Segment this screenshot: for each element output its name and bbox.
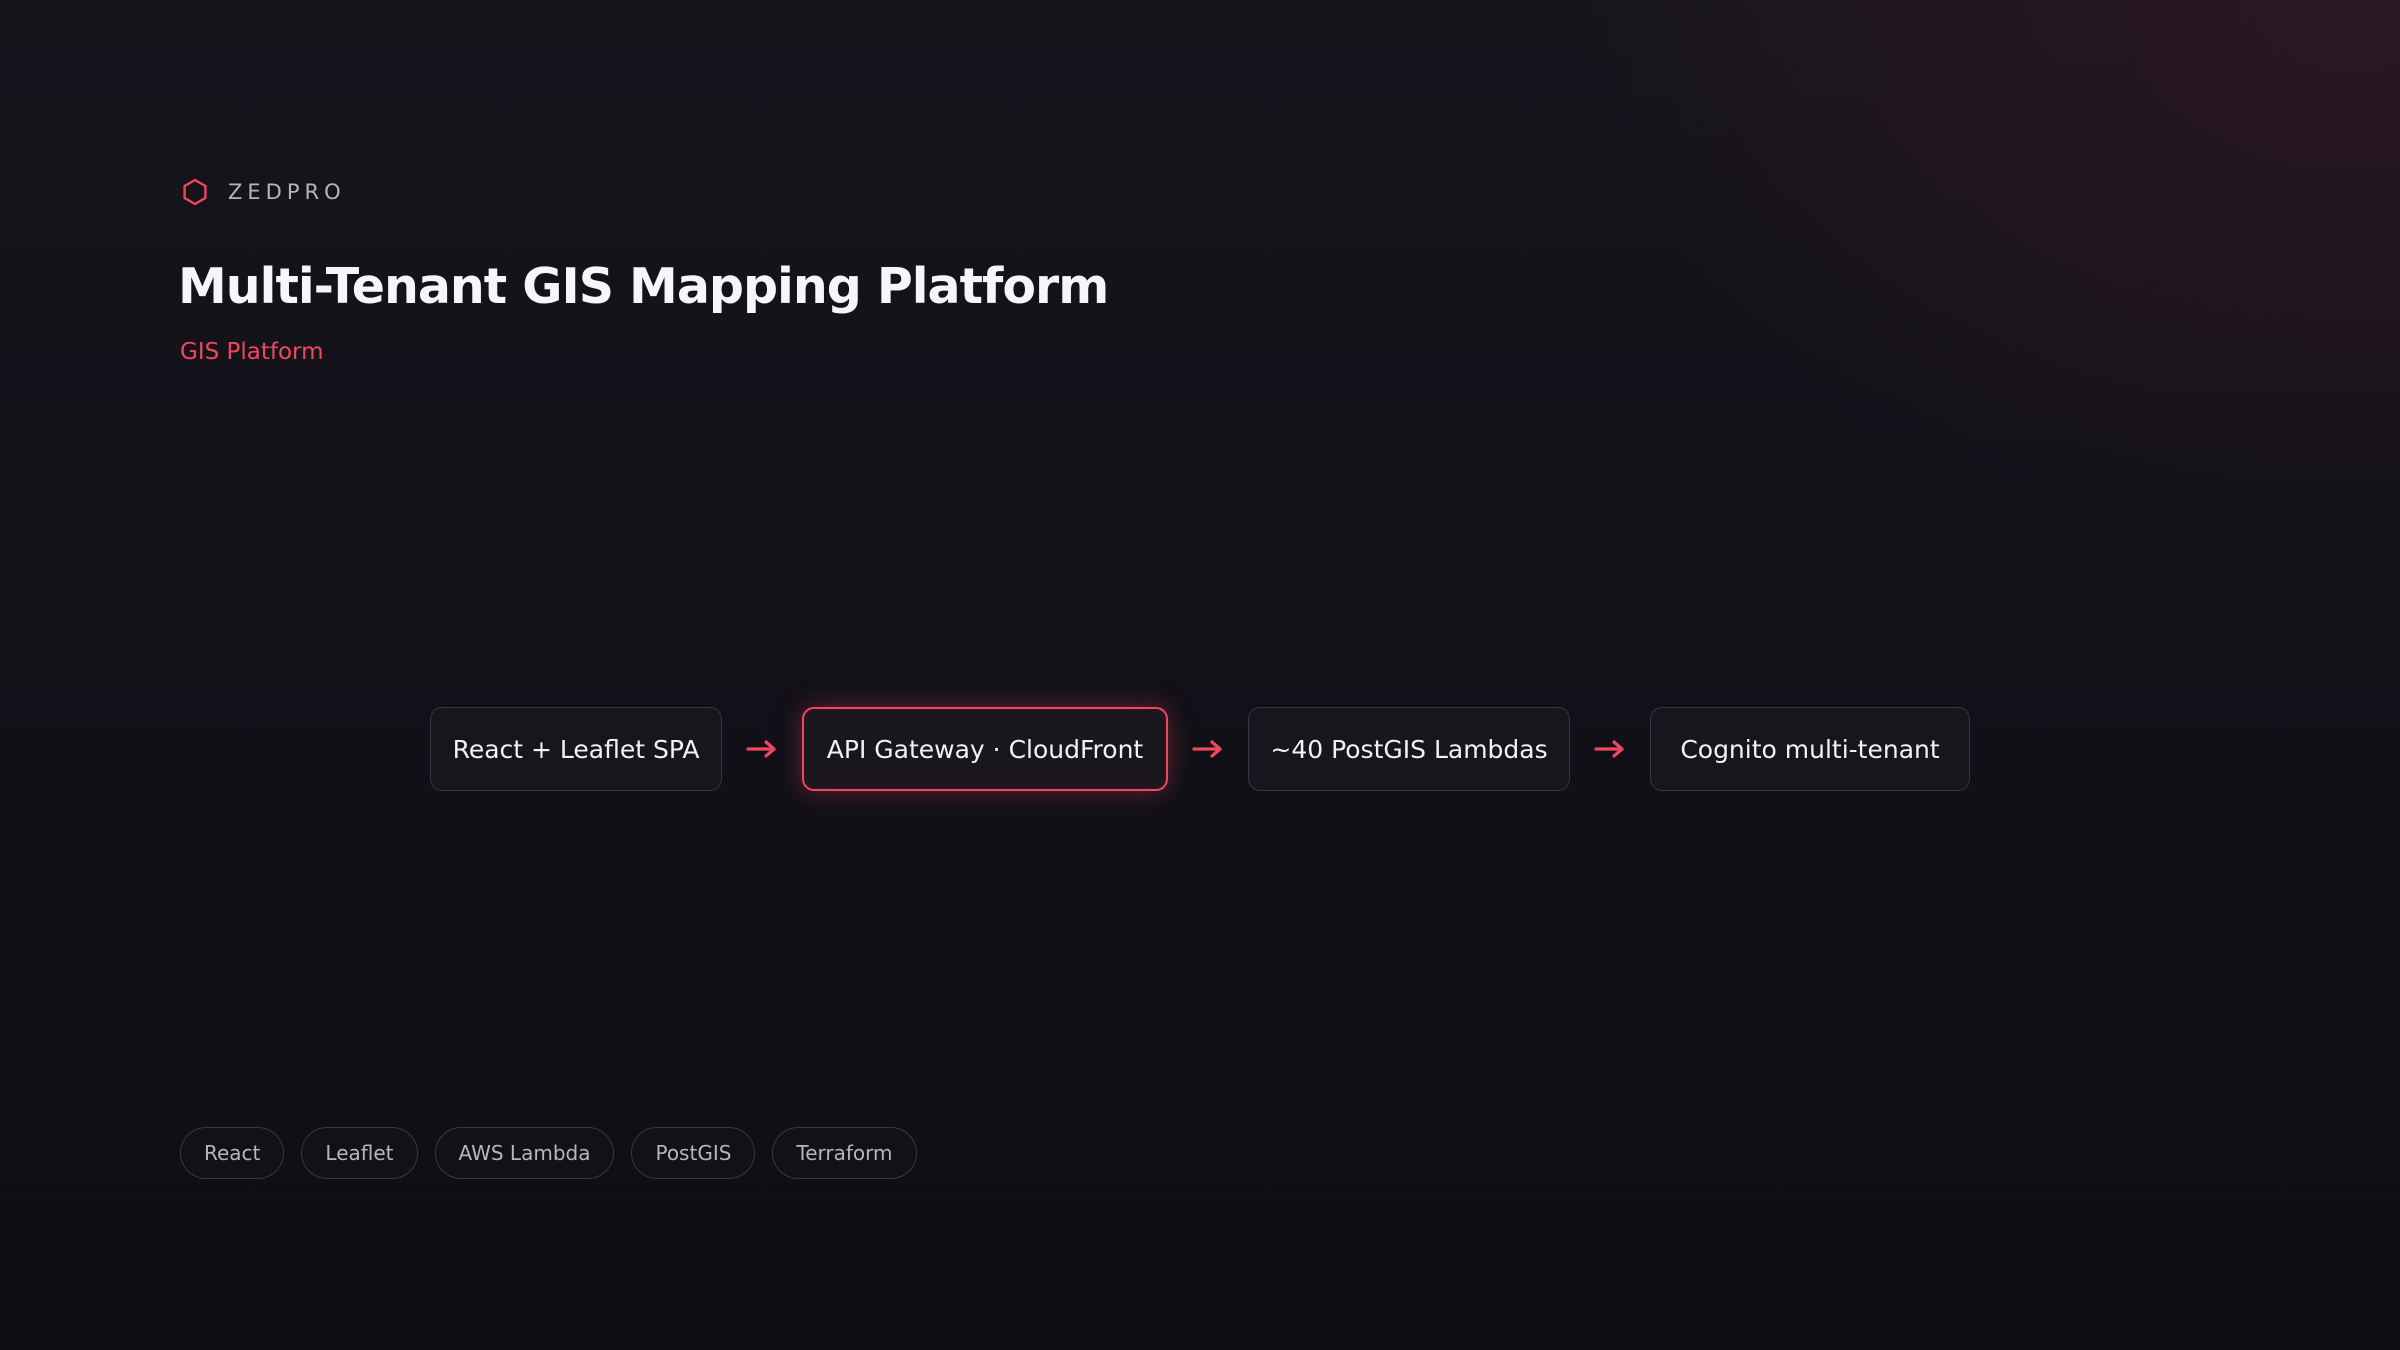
flow-node-frontend: React + Leaflet SPA (430, 707, 722, 791)
brand: ZEDPRO (180, 177, 346, 207)
page-subtitle: GIS Platform (180, 339, 324, 365)
architecture-flow: React + Leaflet SPA API Gateway · CloudF… (430, 706, 1970, 792)
flow-arrow (1570, 707, 1650, 791)
tag-leaflet: Leaflet (301, 1127, 418, 1179)
arrow-right-icon (746, 740, 776, 758)
hexagon-outline-icon (183, 178, 207, 206)
brand-name: ZEDPRO (228, 180, 346, 204)
tag-react: React (180, 1127, 285, 1179)
tag-terraform: Terraform (772, 1127, 917, 1179)
arrow-right-icon (1192, 740, 1222, 758)
tag-postgis: PostGIS (631, 1127, 756, 1179)
tech-tags: React Leaflet AWS Lambda PostGIS Terrafo… (180, 1127, 917, 1179)
flow-arrow (722, 707, 802, 791)
flow-node-auth: Cognito multi-tenant (1650, 707, 1970, 791)
arrow-right-icon (1594, 740, 1624, 758)
flow-node-lambdas: ~40 PostGIS Lambdas (1248, 707, 1570, 791)
page-title: Multi-Tenant GIS Mapping Platform (178, 258, 1109, 315)
flow-arrow (1168, 707, 1248, 791)
flow-node-gateway: API Gateway · CloudFront (802, 707, 1168, 791)
tag-aws-lambda: AWS Lambda (434, 1127, 615, 1179)
